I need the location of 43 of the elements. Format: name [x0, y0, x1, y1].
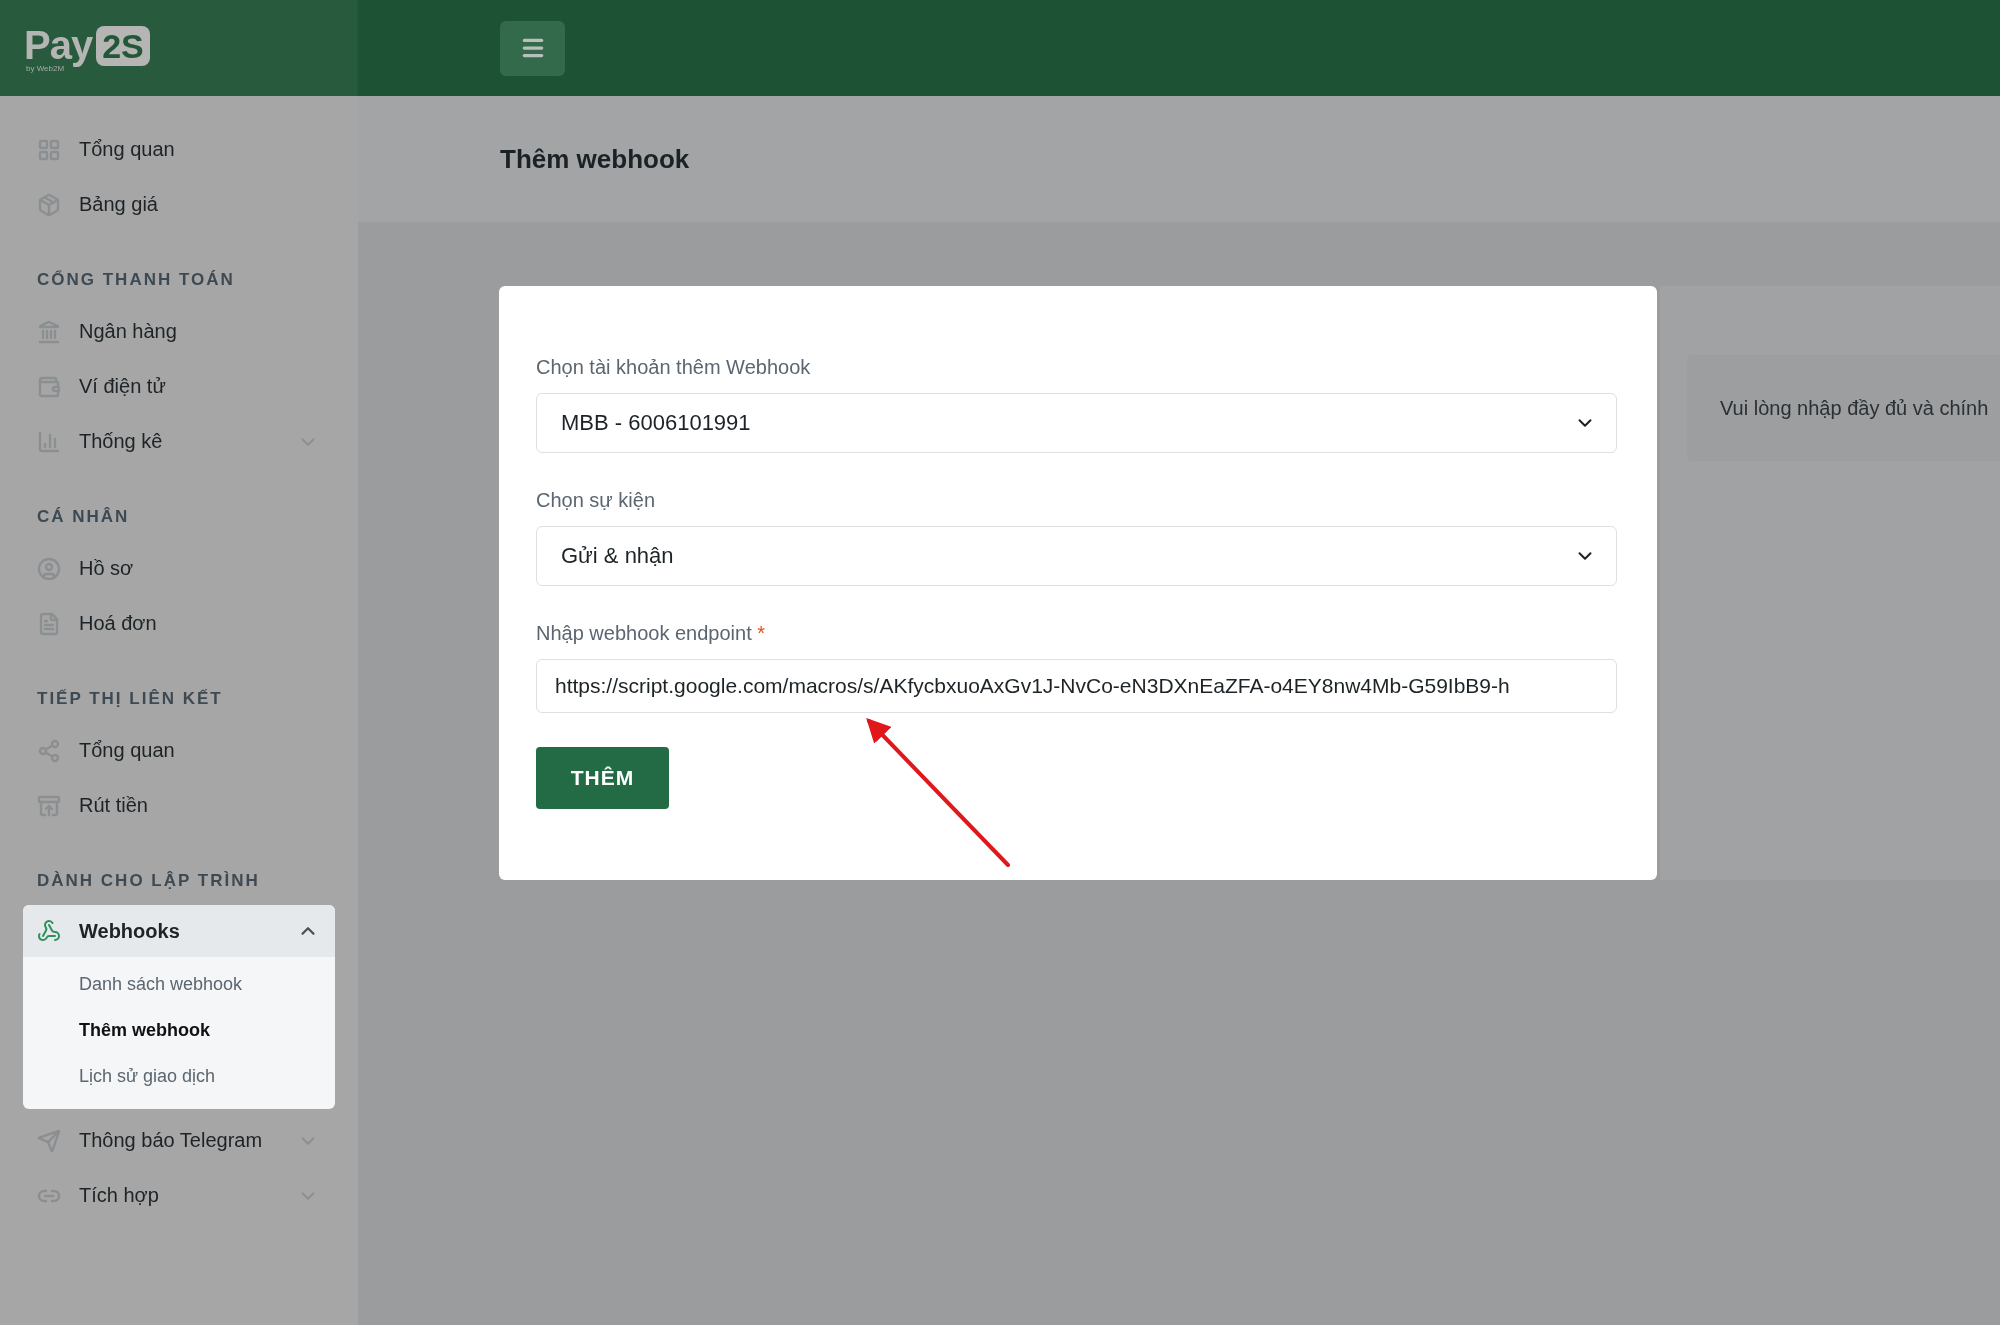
sidebar-item-icon [37, 137, 61, 162]
menu-button[interactable] [500, 20, 565, 76]
sidebar-item-icon [37, 738, 61, 763]
sidebar-item[interactable]: Tích hợp [23, 1168, 335, 1223]
sidebar-item-icon [37, 429, 61, 454]
sidebar-item-icon [37, 192, 61, 217]
select-field[interactable]: MBB - 6006101991 [536, 393, 1617, 453]
sidebar-item[interactable]: Thống kê [23, 414, 335, 469]
sidebar-item-icon [37, 374, 61, 399]
field-label: Nhập webhook endpoint * [536, 622, 767, 645]
sidebar-item[interactable]: Bảng giá [23, 177, 335, 232]
sidebar-heading: TIẾP THỊ LIÊN KẾT [36, 688, 224, 710]
sidebar-item-icon [37, 556, 61, 581]
sidebar-item-icon [37, 919, 61, 943]
notice-text: Vui lòng nhập đầy đủ và chính [1687, 355, 2000, 461]
sidebar-item[interactable]: Rút tiền [23, 778, 335, 833]
sidebar-item-icon [37, 793, 61, 818]
page-title: Thêm webhook [500, 143, 690, 175]
sidebar-item[interactable]: Thông báo Telegram [23, 1113, 335, 1168]
logo-tagline: by Web2M [26, 64, 65, 73]
sidebar-item[interactable]: Hồ sơ [23, 541, 335, 596]
sidebar-item-icon [37, 1128, 61, 1153]
sidebar-item-icon [37, 319, 61, 344]
sidebar-item[interactable]: Tổng quan [23, 122, 335, 177]
sidebar-item[interactable]: Webhooks [23, 905, 335, 957]
submit-button[interactable]: THÊM [536, 747, 669, 809]
submenu-item[interactable]: Thêm webhook [23, 1007, 335, 1053]
sidebar-heading: CÁ NHÂN [36, 506, 131, 528]
field-label: Chọn tài khoản thêm Webhook [536, 356, 812, 379]
logo-text: Pay [24, 23, 93, 67]
input-field[interactable]: https://script.google.com/macros/s/AKfycbxuoAxGv1J-NvCo-eN3DXnEaZFA-o4EY8nw4Mb-G59IbB9-h [536, 659, 1617, 713]
sidebar-item[interactable]: Hoá đơn [23, 596, 335, 651]
submenu-item[interactable]: Danh sách webhook [23, 961, 335, 1007]
select-field[interactable]: Gửi & nhận [536, 526, 1617, 586]
logo-badge: 2S [96, 25, 150, 66]
sidebar-heading: CỔNG THANH TOÁN [36, 269, 236, 291]
sidebar-heading: DÀNH CHO LẬP TRÌNH [36, 870, 261, 892]
submenu-item[interactable]: Lịch sử giao dịch [23, 1053, 335, 1099]
sidebar-item[interactable]: Tổng quan [23, 723, 335, 778]
sidebar-item[interactable]: Ngân hàng [23, 304, 335, 359]
field-label: Chọn sự kiện [536, 489, 656, 512]
sidebar-item[interactable]: Ví điện tử [23, 359, 335, 414]
sidebar-item-icon [37, 611, 61, 636]
